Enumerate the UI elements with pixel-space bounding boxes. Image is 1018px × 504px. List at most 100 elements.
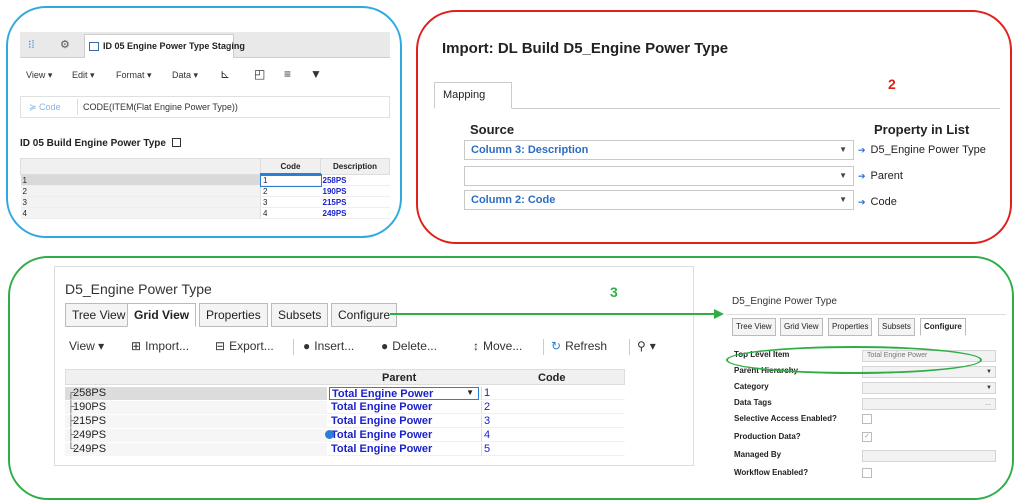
table-row[interactable]: 1 1 258PS	[20, 173, 390, 187]
cell-parent[interactable]: Total Engine Power	[329, 415, 479, 428]
table-row[interactable]: 4 4 249PS	[20, 207, 390, 219]
tab-configure[interactable]: Configure	[331, 303, 398, 327]
move-button[interactable]: ↕ Move...	[473, 339, 522, 353]
panel-staging-module: 1 ⁝⁞ ⚙ ID 05 Engine Power Type Staging ×…	[6, 6, 402, 238]
frame-icon[interactable]: ◰	[254, 67, 265, 81]
tab-mapping[interactable]: Mapping	[434, 82, 512, 109]
view-menu[interactable]: View ▾	[26, 70, 52, 81]
source-select[interactable]: Column 3: Description ▼	[464, 140, 854, 160]
filter-icon[interactable]: ▼	[310, 67, 322, 81]
tab-subsets[interactable]: Subsets	[271, 303, 329, 327]
property-item: ➔ Code	[858, 196, 897, 208]
export-icon: ⊟	[215, 339, 226, 353]
cell-code[interactable]: 3	[260, 196, 321, 208]
table-row[interactable]: 3 3 215PS	[20, 196, 390, 208]
tab-properties[interactable]: Properties	[199, 303, 268, 327]
chevron-down-icon: ▼	[839, 145, 847, 154]
panel-import-mapping: Import: DL Build D5_Engine Power Type 2 …	[416, 10, 1012, 244]
export-button[interactable]: ⊟ Export...	[215, 339, 274, 353]
formula-value[interactable]: CODE(ITEM(Flat Engine Power Type))	[83, 102, 238, 112]
gear-icon[interactable]: ⚙	[60, 38, 70, 51]
view-menu[interactable]: View ▾	[69, 339, 104, 353]
cell-code[interactable]: 5	[481, 443, 625, 456]
cell-description[interactable]: 215PS	[320, 196, 390, 208]
hierarchy-icon[interactable]: ⁝⁞	[28, 38, 35, 51]
tab-tree-view[interactable]: Tree View	[65, 303, 133, 327]
cell-code[interactable]: 1	[259, 173, 322, 187]
tab-subsets[interactable]: Subsets	[878, 318, 915, 336]
managed-by-field[interactable]	[862, 450, 996, 462]
close-icon[interactable]: ×	[224, 35, 229, 57]
grid-title: ID 05 Build Engine Power Type	[20, 138, 181, 149]
table-row[interactable]: ┌ 258PS Total Engine Power ▼ 1	[65, 387, 625, 400]
cell-code[interactable]: 4	[260, 207, 321, 219]
column-header-code[interactable]: Code	[260, 158, 321, 176]
source-header: Source	[470, 122, 515, 137]
cell-code[interactable]: 2	[481, 401, 625, 414]
cell-code[interactable]: 1	[481, 387, 625, 400]
cell-parent[interactable]: Total Engine Power	[329, 443, 479, 456]
plus-circle-icon: ●	[303, 339, 311, 353]
table-row[interactable]: ├ 249PS Total Engine Power 4	[65, 429, 625, 442]
field-label: Category	[734, 382, 769, 391]
list-window: D5_Engine Power Type Tree View Grid View…	[54, 266, 694, 466]
category-select[interactable]: ▼	[862, 382, 996, 394]
cell-parent[interactable]: Total Engine Power	[325, 429, 479, 442]
cell-parent-dropdown[interactable]: Total Engine Power ▼	[329, 387, 479, 400]
table-row[interactable]: ├ 215PS Total Engine Power 3	[65, 415, 625, 428]
delete-button[interactable]: ● Delete...	[381, 339, 437, 353]
workflow-enabled-checkbox[interactable]	[862, 468, 872, 478]
table-row[interactable]: ├ 190PS Total Engine Power 2	[65, 401, 625, 414]
tab-configure[interactable]: Configure	[920, 318, 966, 336]
cell-description[interactable]: 249PS	[320, 207, 390, 219]
field-label: Workflow Enabled?	[734, 468, 809, 477]
edit-menu[interactable]: Edit ▾	[72, 70, 95, 81]
data-menu[interactable]: Data ▾	[172, 70, 198, 81]
source-select-value: Column 2: Code	[471, 194, 556, 206]
tab-grid-view[interactable]: Grid View	[127, 303, 197, 327]
arrow-right-icon: ➔	[858, 197, 866, 207]
arrow-right-icon: ➔	[858, 145, 866, 155]
cell-code[interactable]: 4	[481, 429, 625, 442]
grid-icon	[171, 138, 181, 147]
chevron-down-icon[interactable]: ▼	[466, 388, 474, 397]
divider	[434, 108, 1000, 109]
table-row[interactable]: 2 2 190PS	[20, 185, 390, 197]
cell-parent[interactable]: Total Engine Power	[329, 401, 479, 414]
arrow-right-icon: ➔	[858, 171, 866, 181]
cell-name: 190PS	[73, 401, 107, 413]
chart-icon[interactable]: ⊾	[220, 67, 230, 81]
cell-description[interactable]: 190PS	[320, 185, 390, 197]
tab-staging[interactable]: ID 05 Engine Power Type Staging ×	[84, 34, 245, 58]
source-select[interactable]: ▼	[464, 166, 854, 186]
refresh-button[interactable]: ↻ Refresh	[551, 339, 607, 353]
tab-grid-view[interactable]: Grid View	[780, 318, 823, 336]
edit-indicator-icon	[325, 430, 334, 439]
cell-code[interactable]: 3	[481, 415, 625, 428]
insert-button[interactable]: ● Insert...	[303, 339, 354, 353]
cell-parent-value: Total Engine Power	[331, 429, 433, 441]
column-header-description[interactable]: Description	[320, 158, 390, 175]
source-select-value: Column 3: Description	[471, 144, 589, 156]
search-icon: ⚲	[637, 339, 646, 353]
column-header-parent[interactable]: Parent	[382, 372, 416, 384]
data-tags-field[interactable]: ...	[862, 398, 996, 410]
formula-bar[interactable]: ≽ Code CODE(ITEM(Flat Engine Power Type)…	[20, 96, 390, 118]
source-select[interactable]: Column 2: Code ▼	[464, 190, 854, 210]
table-row[interactable]: └ 249PS Total Engine Power 5	[65, 443, 625, 456]
cell-code[interactable]: 2	[260, 185, 321, 197]
search-button[interactable]: ⚲ ▾	[637, 339, 656, 353]
page-title: D5_Engine Power Type	[65, 281, 212, 297]
indent-icon[interactable]: ≡	[284, 67, 291, 81]
tab-properties[interactable]: Properties	[828, 318, 873, 336]
import-button[interactable]: ⊞ Import...	[131, 339, 189, 353]
cell-description[interactable]: 258PS	[320, 174, 390, 186]
tab-tree-view[interactable]: Tree View	[732, 318, 776, 336]
toolbar: View ▾ Edit ▾ Format ▾ Data ▾ ⊾ ◰ ≡ ▼	[20, 66, 390, 86]
format-menu[interactable]: Format ▾	[116, 70, 152, 81]
column-header-code[interactable]: Code	[538, 372, 566, 384]
chevron-down-icon: ▼	[986, 369, 992, 375]
selective-access-checkbox[interactable]	[862, 414, 872, 424]
production-data-checkbox[interactable]: ✓	[862, 432, 872, 442]
divider	[77, 99, 78, 115]
